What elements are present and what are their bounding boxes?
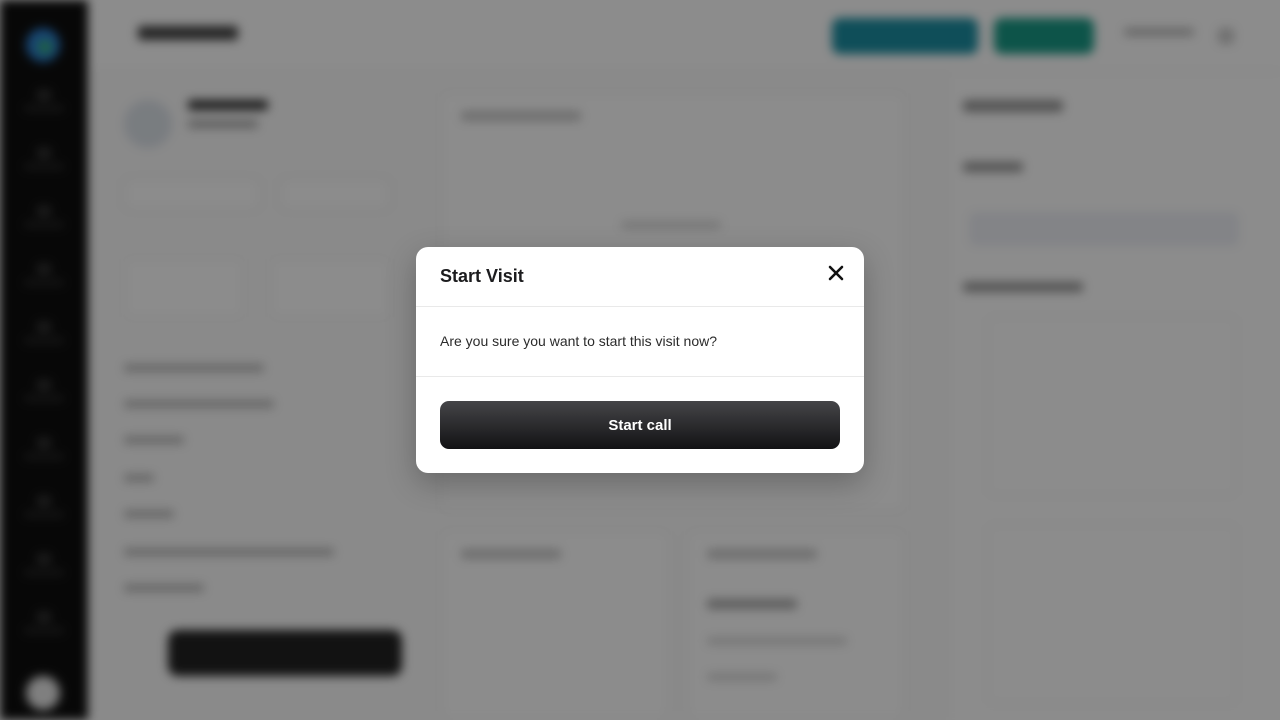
close-button[interactable]: [824, 261, 848, 285]
start-call-button[interactable]: Start call: [440, 401, 840, 449]
dialog-body: Are you sure you want to start this visi…: [416, 307, 864, 377]
close-icon: [828, 265, 844, 281]
start-visit-dialog: Start Visit Are you sure you want to sta…: [416, 247, 864, 473]
dialog-title: Start Visit: [440, 266, 524, 286]
dialog-footer: Start call: [416, 377, 864, 473]
dialog-header: Start Visit: [416, 247, 864, 307]
dialog-message: Are you sure you want to start this visi…: [440, 333, 718, 349]
